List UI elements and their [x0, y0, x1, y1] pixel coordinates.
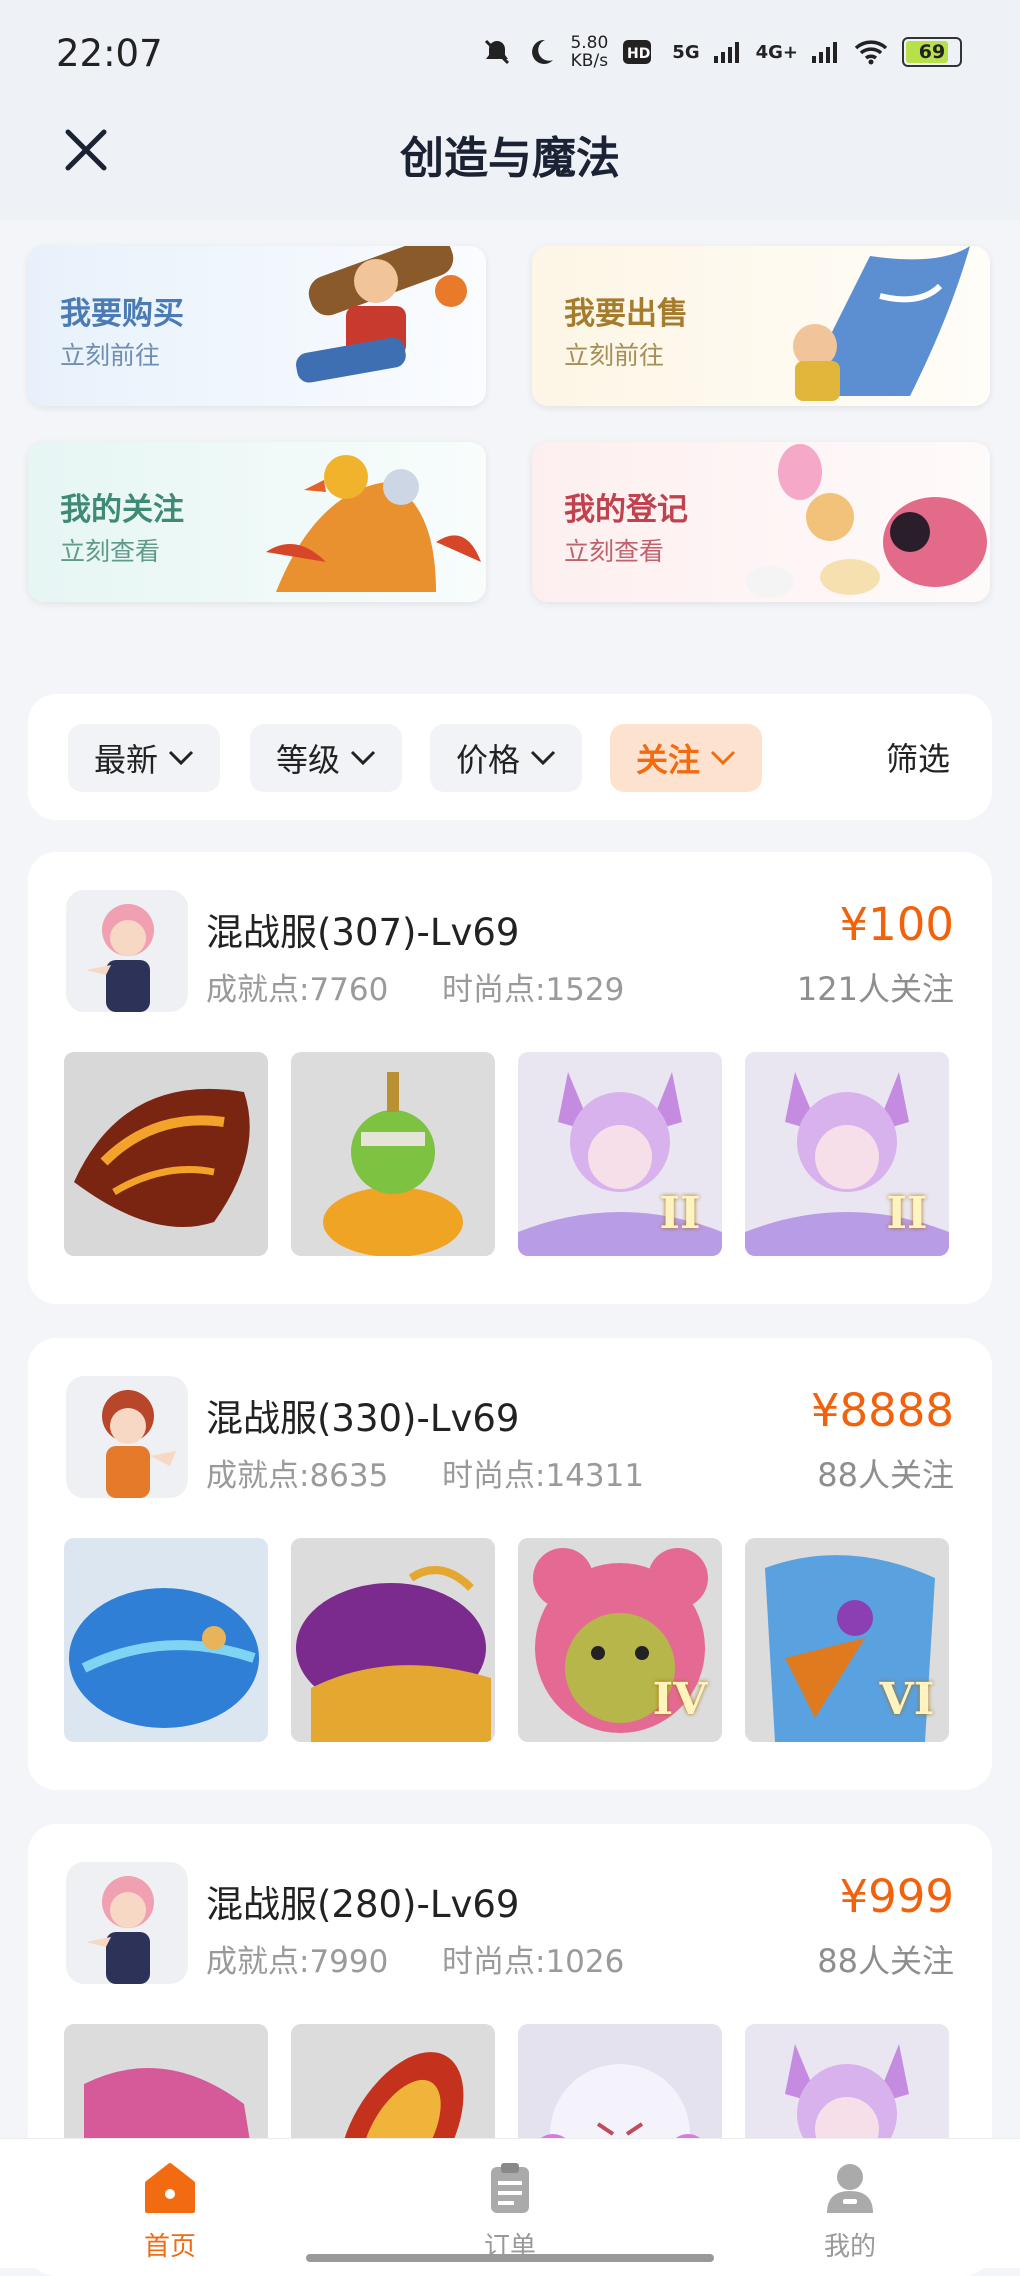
buy-card-subtitle: 立刻前往 — [60, 341, 161, 370]
achievement-points: 成就点:7760 — [206, 972, 389, 1008]
sort-level-label: 等级 — [275, 741, 340, 779]
chevron-down-icon — [530, 750, 556, 766]
network-speed: 5.80 KB/s — [570, 33, 609, 71]
hd-icon: HD — [623, 40, 652, 64]
battery-indicator: 69 — [902, 37, 962, 67]
watchlist-card-subtitle: 立刻查看 — [60, 537, 161, 566]
shark-illustration — [793, 246, 970, 401]
price: ¥8888 — [810, 1384, 954, 1437]
item-thumbnails: IV VI — [64, 1538, 949, 1742]
watchlist-card[interactable]: 我的关注 立刻查看 — [28, 442, 486, 602]
sort-latest-chip[interactable]: 最新 — [68, 724, 220, 792]
signal-icon — [713, 42, 739, 63]
registration-card-title: 我的登记 — [564, 492, 688, 528]
sort-follow-chip[interactable]: 关注 — [610, 724, 762, 792]
item-thumbnail-griffin[interactable]: VI — [745, 1538, 949, 1742]
moon-icon — [532, 39, 554, 64]
phoenix-illustration — [266, 455, 481, 592]
tier-badge: II — [659, 1188, 701, 1239]
network-5g: 5G — [672, 41, 700, 63]
avatar — [66, 1376, 188, 1498]
title-bar: 创造与魔法 — [0, 110, 1020, 220]
filter-button[interactable]: 筛选 — [886, 734, 950, 780]
home-icon — [145, 2163, 195, 2213]
page-title: 创造与魔法 — [400, 133, 620, 184]
avatar — [66, 1862, 188, 1984]
item-thumbnail-golden-whale[interactable] — [291, 1538, 495, 1742]
chevron-down-icon — [710, 750, 736, 766]
server-name: 混战服(307)-Lv69 — [206, 911, 520, 954]
tier-badge: VI — [879, 1674, 935, 1725]
nav-home[interactable]: 首页 — [100, 2161, 240, 2263]
nav-home-label: 首页 — [143, 2232, 196, 2262]
fashion-points: 时尚点:1026 — [442, 1944, 625, 1980]
sell-card[interactable]: 我要出售 立刻前往 — [532, 246, 990, 406]
sell-card-title: 我要出售 — [564, 296, 688, 332]
buy-card-title: 我要购买 — [60, 296, 184, 332]
sort-price-chip[interactable]: 价格 — [430, 724, 582, 792]
price: ¥999 — [839, 1870, 954, 1923]
sort-price-label: 价格 — [455, 741, 520, 779]
avatar — [66, 890, 188, 1012]
tier-badge: II — [886, 1188, 928, 1239]
achievement-points: 成就点:8635 — [206, 1458, 389, 1494]
character-portrait — [102, 1390, 176, 1498]
item-thumbnail-zombie[interactable] — [291, 1052, 495, 1256]
server-name: 混战服(280)-Lv69 — [206, 1883, 520, 1926]
follower-count: 88人关注 — [817, 1456, 954, 1494]
item-thumbnail-dragon[interactable] — [64, 1052, 268, 1256]
listing-card[interactable]: 混战服(330)-Lv69 成就点:8635 时尚点:14311 ¥8888 8… — [28, 1338, 992, 1790]
fashion-points: 时尚点:1529 — [442, 972, 625, 1008]
tier-badge: IV — [652, 1674, 708, 1725]
item-thumbnail-fox-girl[interactable]: II — [518, 1052, 722, 1256]
item-thumbnails: II II — [64, 1052, 949, 1256]
follower-count: 121人关注 — [796, 970, 954, 1008]
pets-illustration — [746, 444, 987, 598]
listing-card[interactable]: 混战服(307)-Lv69 成就点:7760 时尚点:1529 ¥100 121… — [28, 852, 992, 1304]
item-thumbnail-whale[interactable] — [64, 1538, 268, 1742]
network-4g: 4G+ — [755, 41, 798, 63]
character-portrait — [86, 904, 154, 1012]
item-thumbnail-pink-bear[interactable]: IV — [518, 1538, 722, 1742]
fashion-points: 时尚点:14311 — [442, 1458, 645, 1494]
achievement-points: 成就点:7990 — [206, 1944, 389, 1980]
sort-latest-label: 最新 — [93, 741, 158, 779]
registration-card[interactable]: 我的登记 立刻查看 — [532, 442, 990, 602]
server-name: 混战服(330)-Lv69 — [206, 1397, 520, 1440]
character-portrait — [86, 1876, 154, 1984]
signal-icon-2 — [812, 42, 837, 63]
filter-bar: 最新 等级 价格 关注 筛选 — [28, 694, 992, 820]
bottom-nav: 首页 订单 我的 — [0, 2138, 1020, 2268]
buy-card[interactable]: 我要购买 立刻前往 — [28, 246, 486, 406]
home-indicator — [306, 2254, 714, 2262]
user-icon — [827, 2164, 873, 2213]
registration-card-subtitle: 立刻查看 — [564, 537, 665, 566]
chevron-down-icon — [350, 750, 376, 766]
follower-count: 88人关注 — [817, 1942, 954, 1980]
item-thumbnail-fox-girl[interactable]: II — [745, 1052, 949, 1256]
sort-follow-label: 关注 — [635, 741, 700, 779]
clipboard-icon — [491, 2163, 529, 2213]
price: ¥100 — [839, 898, 954, 951]
status-bar: 22:07 5.80 KB/s HD 5G 4G+ 69 — [0, 0, 1020, 110]
status-time: 22:07 — [56, 32, 163, 75]
chevron-down-icon — [168, 750, 194, 766]
mute-icon — [485, 39, 510, 65]
sell-card-subtitle: 立刻前往 — [564, 341, 665, 370]
status-icons: 5.80 KB/s HD 5G 4G+ 69 — [482, 34, 962, 70]
nav-profile-label: 我的 — [823, 2232, 876, 2262]
nav-profile[interactable]: 我的 — [780, 2161, 920, 2263]
sort-level-chip[interactable]: 等级 — [250, 724, 402, 792]
wifi-icon — [854, 40, 888, 65]
watchlist-card-title: 我的关注 — [60, 492, 184, 528]
farmer-illustration — [296, 246, 467, 383]
nav-orders[interactable]: 订单 — [440, 2161, 580, 2263]
svg-text:HD: HD — [627, 46, 650, 62]
